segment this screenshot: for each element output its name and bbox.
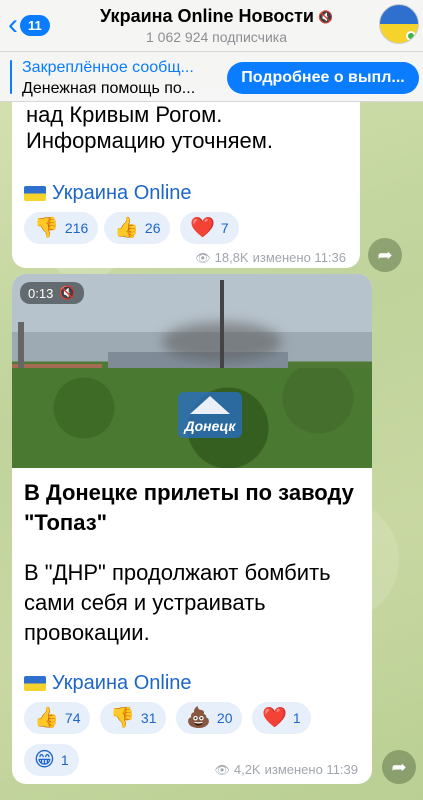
back-button[interactable]: ‹ 11 — [8, 8, 50, 41]
view-count: 18,8K — [214, 250, 249, 265]
thumbs-down-icon: 👎 — [110, 707, 135, 729]
share-arrow-icon: ➦ — [377, 244, 393, 265]
message-meta: 👁 18,8K изменено 11:36 — [195, 250, 346, 265]
chat-header: ‹ 11 Украина Online Новости 🔇 1 062 924 … — [0, 0, 423, 52]
message-meta: 👁 4,2K изменено 11:39 — [215, 762, 358, 777]
pinned-indicator — [10, 60, 12, 94]
thumbs-up-icon: 👍 — [34, 707, 59, 729]
reaction-count: 7 — [220, 220, 229, 236]
mountain-icon — [190, 396, 230, 414]
title-line: В Донецке прилеты по заводу — [24, 480, 354, 505]
share-button[interactable]: ➦ — [382, 750, 416, 784]
online-dot-icon — [406, 31, 416, 41]
watermark-logo: Донецк — [178, 392, 242, 438]
reaction-button[interactable]: 👎 31 — [100, 702, 167, 734]
mute-icon: 🔇 — [318, 9, 333, 24]
pinned-title: Закреплённое сообщ... — [22, 59, 194, 76]
duration-text: 0:13 — [28, 285, 54, 301]
message-signature-link[interactable]: Украина Online — [24, 672, 192, 695]
view-count: 4,2K — [233, 762, 261, 777]
reaction-button[interactable]: 👍 26 — [104, 212, 171, 244]
grinning-face-icon: 😁 — [34, 749, 55, 771]
reaction-count: 31 — [140, 710, 157, 726]
edited-time: изменено 11:36 — [252, 250, 346, 265]
muted-speaker-icon[interactable]: 🔇 — [59, 285, 75, 301]
text-line: В "ДНР" продолжают бомбить — [24, 560, 331, 585]
message-text: В "ДНР" продолжают бомбить сами себя и у… — [24, 558, 364, 648]
reaction-count: 26 — [144, 220, 161, 236]
title-line: "Топаз" — [24, 510, 108, 535]
video-duration: 0:13 🔇 — [20, 282, 84, 304]
message-text: Информацию уточняем. — [26, 128, 273, 153]
message-title: В Донецке прилеты по заводу "Топаз" — [24, 478, 364, 538]
reaction-count: 1 — [60, 752, 69, 768]
channel-avatar[interactable] — [379, 4, 419, 44]
eye-icon: 👁 — [214, 762, 230, 777]
channel-title: Украина Online Новости — [100, 6, 314, 26]
thumbs-down-icon: 👎 — [34, 217, 59, 239]
reaction-button[interactable]: ❤️ 7 — [180, 212, 239, 244]
edited-time: изменено 11:39 — [264, 762, 358, 777]
reaction-button[interactable]: 😁 1 — [24, 744, 79, 776]
text-line: провокации. — [24, 620, 150, 645]
heart-icon: ❤️ — [190, 217, 215, 239]
reaction-count: 20 — [216, 710, 233, 726]
signature-text: Украина Online — [52, 182, 192, 204]
ukraine-flag-icon — [24, 676, 46, 691]
pile-of-poo-icon: 💩 — [186, 707, 211, 729]
pinned-text: Денежная помощь по... — [22, 80, 196, 97]
signature-text: Украина Online — [52, 672, 192, 694]
subscriber-count: 1 062 924 подписчика — [146, 29, 287, 45]
watermark-text: Донецк — [184, 418, 236, 434]
pinned-action-button[interactable]: Подробнее о выпл... — [227, 62, 419, 94]
reaction-count: 216 — [64, 220, 89, 236]
pinned-message-bar[interactable]: Закреплённое сообщ... Денежная помощь по… — [0, 52, 423, 102]
thumbs-up-icon: 👍 — [114, 217, 139, 239]
share-button[interactable]: ➦ — [368, 238, 402, 272]
message-bubble[interactable]: над Кривым Рогом. Информацию уточняем. У… — [12, 90, 360, 268]
reaction-button[interactable]: 👎 216 — [24, 212, 99, 244]
reaction-count: 1 — [292, 710, 301, 726]
unread-badge: 11 — [20, 14, 50, 36]
chimney — [18, 322, 24, 372]
chevron-left-icon: ‹ — [8, 8, 18, 41]
text-line: сами себя и устраивать — [24, 590, 266, 615]
reaction-count: 74 — [64, 710, 81, 726]
eye-icon: 👁 — [195, 250, 211, 265]
ukraine-flag-icon — [24, 186, 46, 201]
share-arrow-icon: ➦ — [391, 756, 407, 777]
reaction-button[interactable]: 👍 74 — [24, 702, 91, 734]
reaction-button[interactable]: 💩 20 — [176, 702, 243, 734]
heart-icon: ❤️ — [262, 707, 287, 729]
reaction-button[interactable]: ❤️ 1 — [252, 702, 311, 734]
message-signature-link[interactable]: Украина Online — [24, 182, 192, 205]
message-bubble[interactable]: 0:13 🔇 Донецк В Донецке прилеты по завод… — [12, 274, 372, 784]
video-thumbnail[interactable]: 0:13 🔇 Донецк — [12, 274, 372, 468]
channel-info[interactable]: Украина Online Новости 🔇 1 062 924 подпи… — [70, 6, 363, 45]
